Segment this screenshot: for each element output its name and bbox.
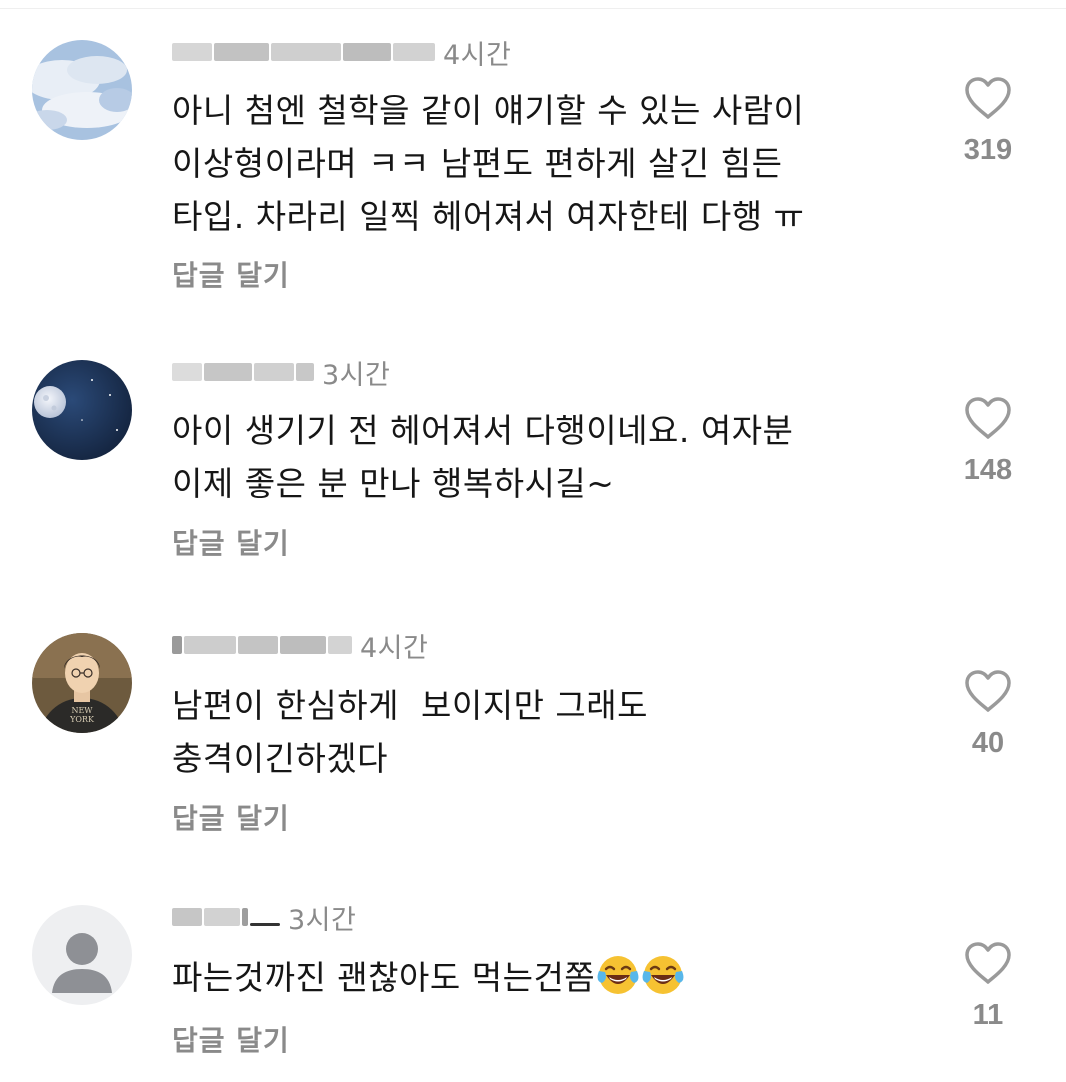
hoodie-line-1: NEW [71, 706, 93, 715]
comment-item: NEW YORK 4시간 남편이 한심하게 보이지만 그래도 충격이긴하겠다 답글… [0, 625, 1066, 845]
hoodie-line-2: YORK [69, 715, 95, 724]
night-moon-avatar [32, 360, 132, 460]
default-user-icon [32, 905, 132, 1005]
avatar[interactable] [32, 905, 132, 1005]
reply-button[interactable]: 답글 달기 [172, 254, 290, 294]
blurred-username[interactable] [172, 363, 314, 381]
sky-clouds-avatar [32, 40, 132, 140]
blurred-username[interactable] [172, 43, 435, 61]
comment-item: 4시간 아니 첨엔 철학을 같이 얘기할 수 있는 사람이 이상형이라며 ㅋㅋ 남… [0, 32, 1066, 292]
like-control[interactable]: 319 [948, 76, 1028, 167]
blurred-username[interactable] [172, 636, 352, 654]
heart-outline-icon[interactable] [964, 669, 1012, 713]
like-control[interactable]: 148 [948, 396, 1028, 487]
heart-outline-icon[interactable] [964, 941, 1012, 985]
cartoon-person-avatar: NEW YORK [32, 633, 132, 733]
comment-text: 아니 첨엔 철학을 같이 얘기할 수 있는 사람이 이상형이라며 ㅋㅋ 남편도 편… [172, 91, 805, 236]
comment-meta: 4시간 [172, 32, 511, 72]
comment-text: 파는것까진 괜찮아도 먹는건쫌 [172, 951, 685, 1004]
like-control[interactable]: 40 [948, 669, 1028, 760]
like-count: 148 [963, 454, 1013, 486]
comment-item: 3시간 파는것까진 괜찮아도 먹는건쫌 답글 달기 11 [0, 897, 1066, 1077]
comment-timestamp: 4시간 [443, 39, 512, 71]
comment-meta: 3시간 [172, 897, 356, 937]
comment-meta: 3시간 [172, 352, 390, 392]
blurred-username[interactable] [172, 908, 280, 926]
reply-button[interactable]: 답글 달기 [172, 797, 290, 837]
comment-item: 3시간 아이 생기기 전 헤어져서 다행이네요. 여자분 이제 좋은 분 만나 행… [0, 352, 1066, 572]
comment-meta: 4시간 [172, 625, 428, 665]
reply-button[interactable]: 답글 달기 [172, 522, 290, 562]
reply-button[interactable]: 답글 달기 [172, 1019, 290, 1059]
avatar[interactable] [32, 360, 132, 460]
heart-outline-icon[interactable] [964, 76, 1012, 120]
comment-text: 남편이 한심하게 보이지만 그래도 충격이긴하겠다 [172, 686, 648, 778]
comment-timestamp: 3시간 [288, 904, 357, 936]
like-count: 11 [972, 999, 1004, 1031]
face-with-tears-of-joy-icon [597, 956, 639, 994]
avatar[interactable]: NEW YORK [32, 633, 132, 733]
avatar[interactable] [32, 40, 132, 140]
comment-timestamp: 4시간 [360, 632, 429, 664]
like-count: 40 [971, 727, 1005, 759]
like-control[interactable]: 11 [948, 941, 1028, 1032]
comment-text: 아이 생기기 전 헤어져서 다행이네요. 여자분 이제 좋은 분 만나 행복하시길… [172, 411, 794, 503]
like-count: 319 [963, 134, 1013, 166]
comment-timestamp: 3시간 [322, 359, 391, 391]
heart-outline-icon[interactable] [964, 396, 1012, 440]
top-divider [0, 8, 1066, 9]
face-with-tears-of-joy-icon [642, 956, 684, 994]
